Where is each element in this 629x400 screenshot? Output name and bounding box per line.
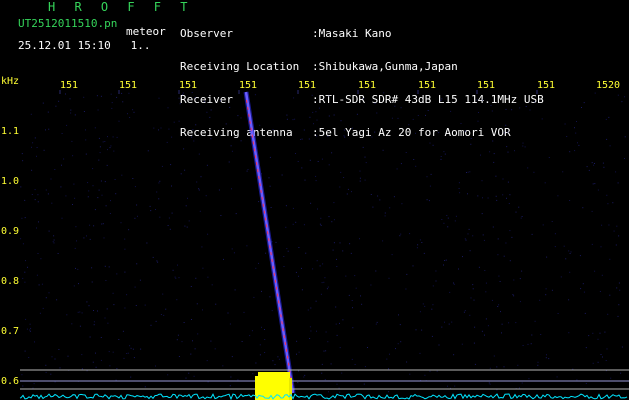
- meteor-trace: [243, 91, 296, 394]
- noise-floor: [19, 393, 628, 400]
- grid-ticks: [59, 90, 538, 94]
- waterfall-spectrogram: [19, 90, 629, 400]
- noise-speckle: [20, 92, 626, 393]
- reference-lines: [20, 369, 629, 390]
